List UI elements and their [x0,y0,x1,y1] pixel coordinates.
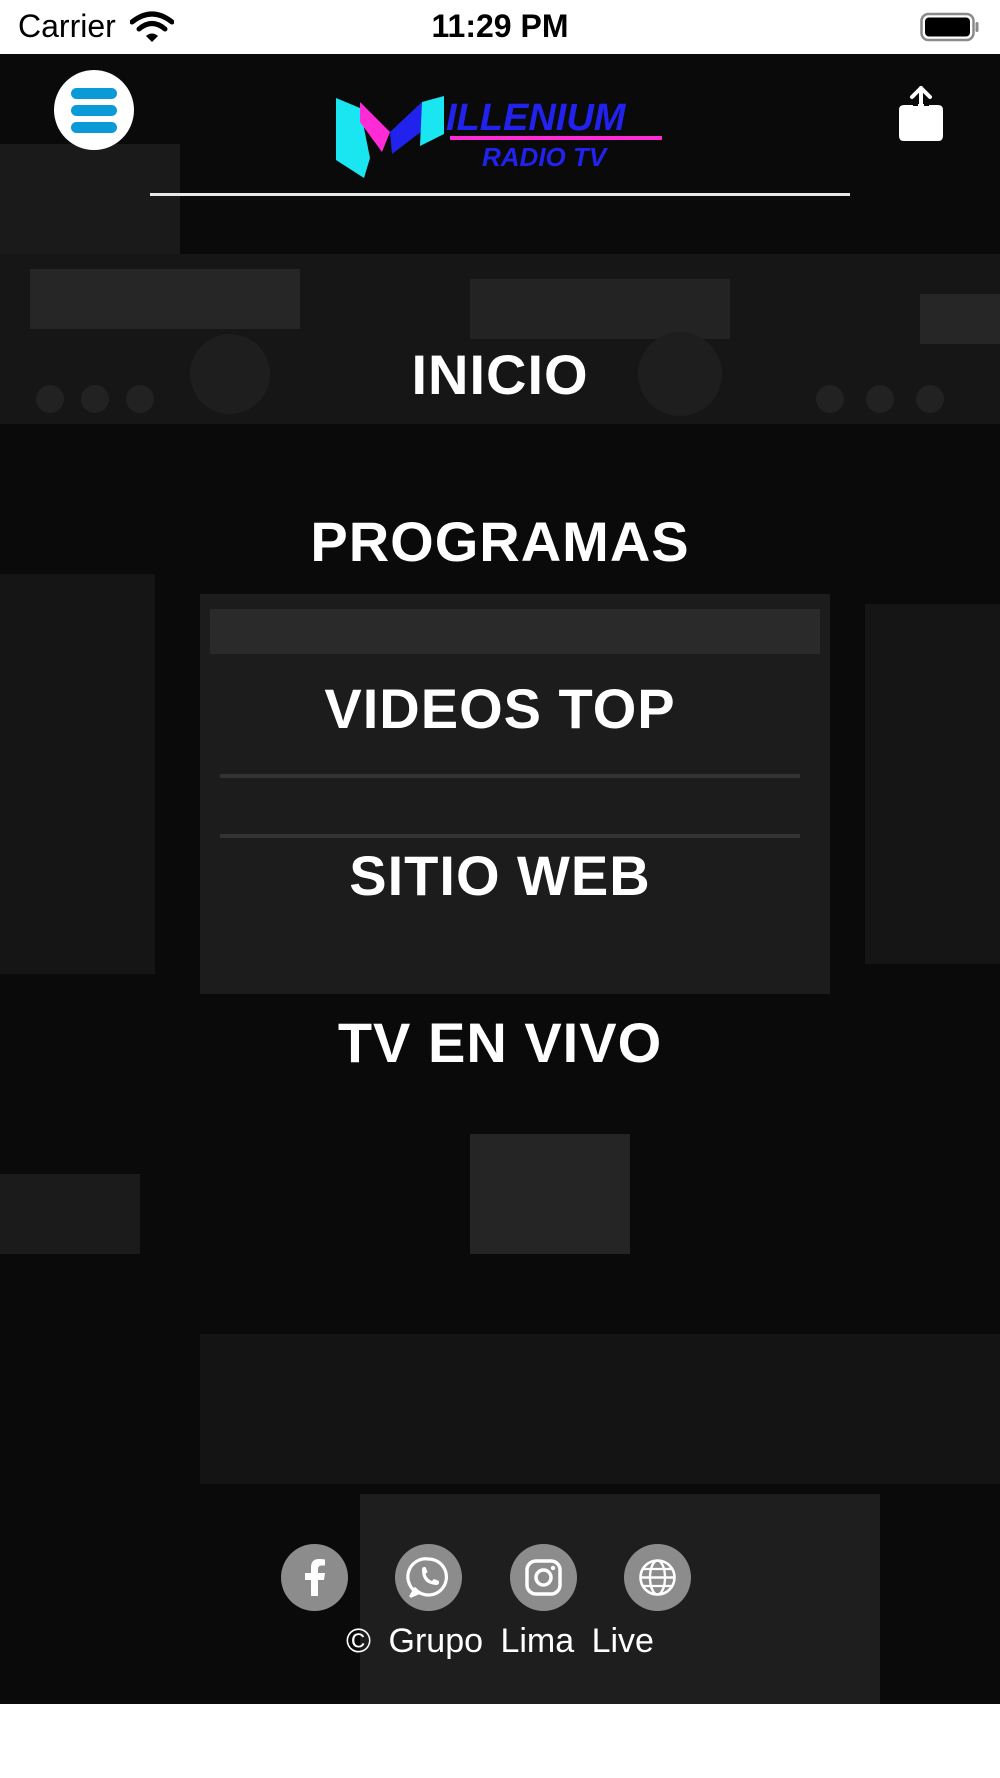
globe-icon [639,1559,676,1596]
website-button[interactable] [624,1544,691,1611]
millenium-logo: ILLENIUM RADIO TV [336,96,662,178]
menu-item-tv-en-vivo[interactable]: TV EN VIVO [0,1008,1000,1078]
menu-item-videos-top[interactable]: VIDEOS TOP [0,674,1000,744]
instagram-icon [525,1559,562,1596]
facebook-button[interactable] [281,1544,348,1611]
header-divider [150,193,850,196]
logo-subtext: RADIO TV [482,142,609,172]
copyright-text: © Grupo Lima Live [346,1622,654,1660]
battery-icon [920,12,979,42]
menu-item-programas[interactable]: PROGRAMAS [0,507,1000,577]
menu-item-inicio[interactable]: INICIO [0,340,1000,410]
bottom-safe-area [0,1704,1000,1778]
main-screen: ILLENIUM RADIO TV INICIO PROGRAMAS VIDEO… [0,54,1000,1704]
whatsapp-icon [406,1557,448,1598]
menu-item-sitio-web[interactable]: SITIO WEB [0,841,1000,911]
hamburger-icon [71,88,117,99]
status-bar: Carrier 11:29 PM [0,0,1000,54]
clock: 11:29 PM [431,8,569,44]
instagram-button[interactable] [510,1544,577,1611]
facebook-icon [305,1559,325,1596]
hamburger-icon-bar [71,105,117,116]
share-icon[interactable] [896,84,946,144]
whatsapp-button[interactable] [395,1544,462,1611]
logo-text: ILLENIUM [446,97,627,139]
social-links [0,1544,1000,1614]
menu-button[interactable] [54,70,134,150]
hamburger-icon-bar [71,122,117,133]
